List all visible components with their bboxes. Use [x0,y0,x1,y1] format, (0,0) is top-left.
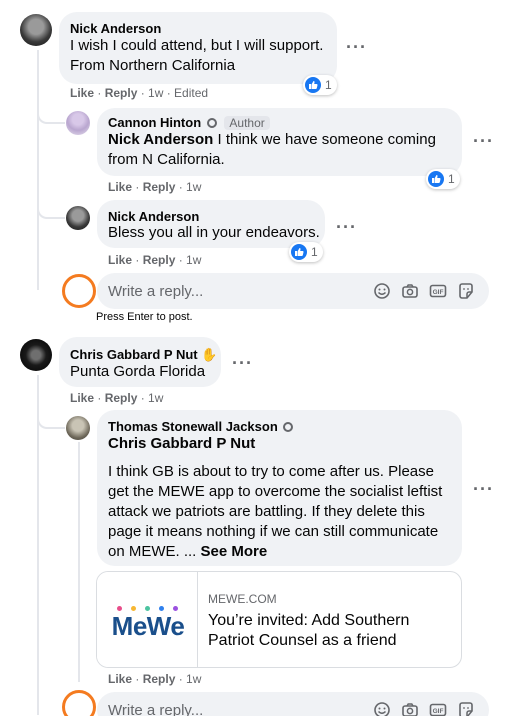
comment-text: I wish I could attend, but I will suppor… [70,37,324,54]
comment-actions: Like · Reply · 1w [108,672,202,686]
comment-text: attack we patriots are battling. If they… [108,503,425,520]
gif-icon[interactable]: GIF [429,701,447,716]
comment-text: Punta Gorda Florida [70,363,206,380]
more-options-icon[interactable]: ··· [473,132,494,150]
camera-icon[interactable] [401,701,419,716]
avatar-highlight-ring [62,690,96,716]
more-options-icon[interactable]: ··· [336,218,357,236]
avatar[interactable] [20,339,52,371]
avatar[interactable] [20,14,52,46]
comment-text: on MEWE. ... See More [108,543,268,560]
timestamp[interactable]: · 1w · Edited [141,86,208,100]
like-link[interactable]: Like [108,253,132,267]
comment-bubble: Cannon Hinton Author Nick Anderson I thi… [97,108,462,176]
comment-text: From Northern California [70,57,236,74]
reaction-count[interactable]: 1 [426,169,460,189]
link-title: You’re invited: Add Southern [208,612,410,629]
mention[interactable]: Chris Gabbard P Nut [108,434,255,454]
comment-text: get the MEWE app to overcome the sociali… [108,483,443,500]
comment-text: Nick Anderson I think we have someone co… [108,131,436,148]
thread-line [37,50,39,290]
comment-bubble: Nick Anderson Bless you all in your ende… [97,200,325,248]
like-link[interactable]: Like [70,391,94,405]
link-preview-card[interactable]: MeWe MEWE.COM You’re invited: Add Southe… [96,571,462,668]
comment-author: Cannon Hinton Author [108,115,270,130]
comment-author-name[interactable]: Cannon Hinton [108,115,201,130]
timestamp[interactable]: · 1w [179,672,202,686]
comment-text: I think GB is about to try to come after… [108,463,434,480]
see-more-link[interactable]: See More [201,543,268,560]
reply-input[interactable]: Write a reply... GIF [97,273,489,309]
reply-link[interactable]: Reply [143,180,176,194]
like-link[interactable]: Like [108,672,132,686]
reply-link[interactable]: Reply [105,391,138,405]
thread-elbow [37,100,65,124]
timestamp[interactable]: · 1w [179,180,202,194]
mewe-logo: MeWe [107,606,189,640]
mewe-logo-dots [107,606,189,612]
avatar[interactable] [66,206,90,230]
link-domain: MEWE.COM [208,592,277,606]
comment-actions: Like · Reply · 1w [70,391,164,405]
reply-link[interactable]: Reply [105,86,138,100]
link-title: Patriot Counsel as a friend [208,632,397,649]
comment-author-name[interactable]: Thomas Stonewall Jackson [108,419,278,434]
timestamp[interactable]: · 1w [179,253,202,267]
reply-link[interactable]: Reply [143,253,176,267]
reply-placeholder: Write a reply... [108,702,204,716]
camera-icon[interactable] [401,282,419,300]
comment-author: Chris Gabbard P Nut ✋ [70,347,217,363]
thread-line [37,375,39,715]
comment-author[interactable]: Nick Anderson [108,209,199,224]
comment-text: page it means nothing if we can still co… [108,523,439,540]
press-enter-hint: Press Enter to post. [96,311,193,323]
sticker-icon[interactable] [457,282,475,300]
avatar-highlight-ring [62,274,96,308]
author-badge: Author [224,116,270,130]
like-link[interactable]: Like [108,180,132,194]
thread-elbow [37,405,65,429]
reply-placeholder: Write a reply... [108,283,204,300]
more-options-icon[interactable]: ··· [232,354,253,372]
svg-text:GIF: GIF [433,708,444,715]
timestamp[interactable]: · 1w [141,391,164,405]
comment-actions: Like · Reply · 1w [108,253,202,267]
comment-actions: Like · Reply · 1w [108,180,202,194]
comment-bubble: Nick Anderson I wish I could attend, but… [59,12,337,84]
like-reaction-icon [428,171,444,187]
reaction-count[interactable]: 1 [303,75,337,95]
emoji-icon[interactable] [373,701,391,716]
thread-line [78,442,80,682]
wave-icon: ✋ [201,347,218,362]
avatar[interactable] [66,416,90,440]
like-link[interactable]: Like [70,86,94,100]
comment-author: Thomas Stonewall Jackson [108,419,294,434]
reply-input[interactable]: Write a reply... GIF [97,692,489,716]
comment-text: from N California. [108,151,225,168]
mention[interactable]: Nick Anderson [108,131,213,148]
emoji-icon[interactable] [373,282,391,300]
settings-gear-icon [206,118,217,128]
reply-link[interactable]: Reply [143,672,176,686]
comment-author[interactable]: Nick Anderson [70,21,161,36]
comment-bubble: Chris Gabbard P Nut ✋ Punta Gorda Florid… [59,337,221,387]
comment-bubble: Thomas Stonewall Jackson Chris Gabbard P… [97,410,462,566]
gif-icon[interactable]: GIF [429,282,447,300]
thread-elbow [37,195,65,219]
more-options-icon[interactable]: ··· [473,480,494,498]
mewe-logo-text: MeWe [111,611,185,641]
more-options-icon[interactable]: ··· [346,38,367,56]
svg-text:GIF: GIF [433,289,444,296]
comment-author-name[interactable]: Chris Gabbard P Nut [70,347,198,362]
sticker-icon[interactable] [457,701,475,716]
settings-gear-icon [283,422,294,432]
reaction-count[interactable]: 1 [289,242,323,262]
comment-actions: Like · Reply · 1w · Edited [70,86,209,100]
link-preview-thumbnail: MeWe [97,572,198,667]
comment-text: Bless you all in your endeavors. [108,224,320,241]
avatar[interactable] [66,111,90,135]
like-reaction-icon [305,77,321,93]
like-reaction-icon [291,244,307,260]
